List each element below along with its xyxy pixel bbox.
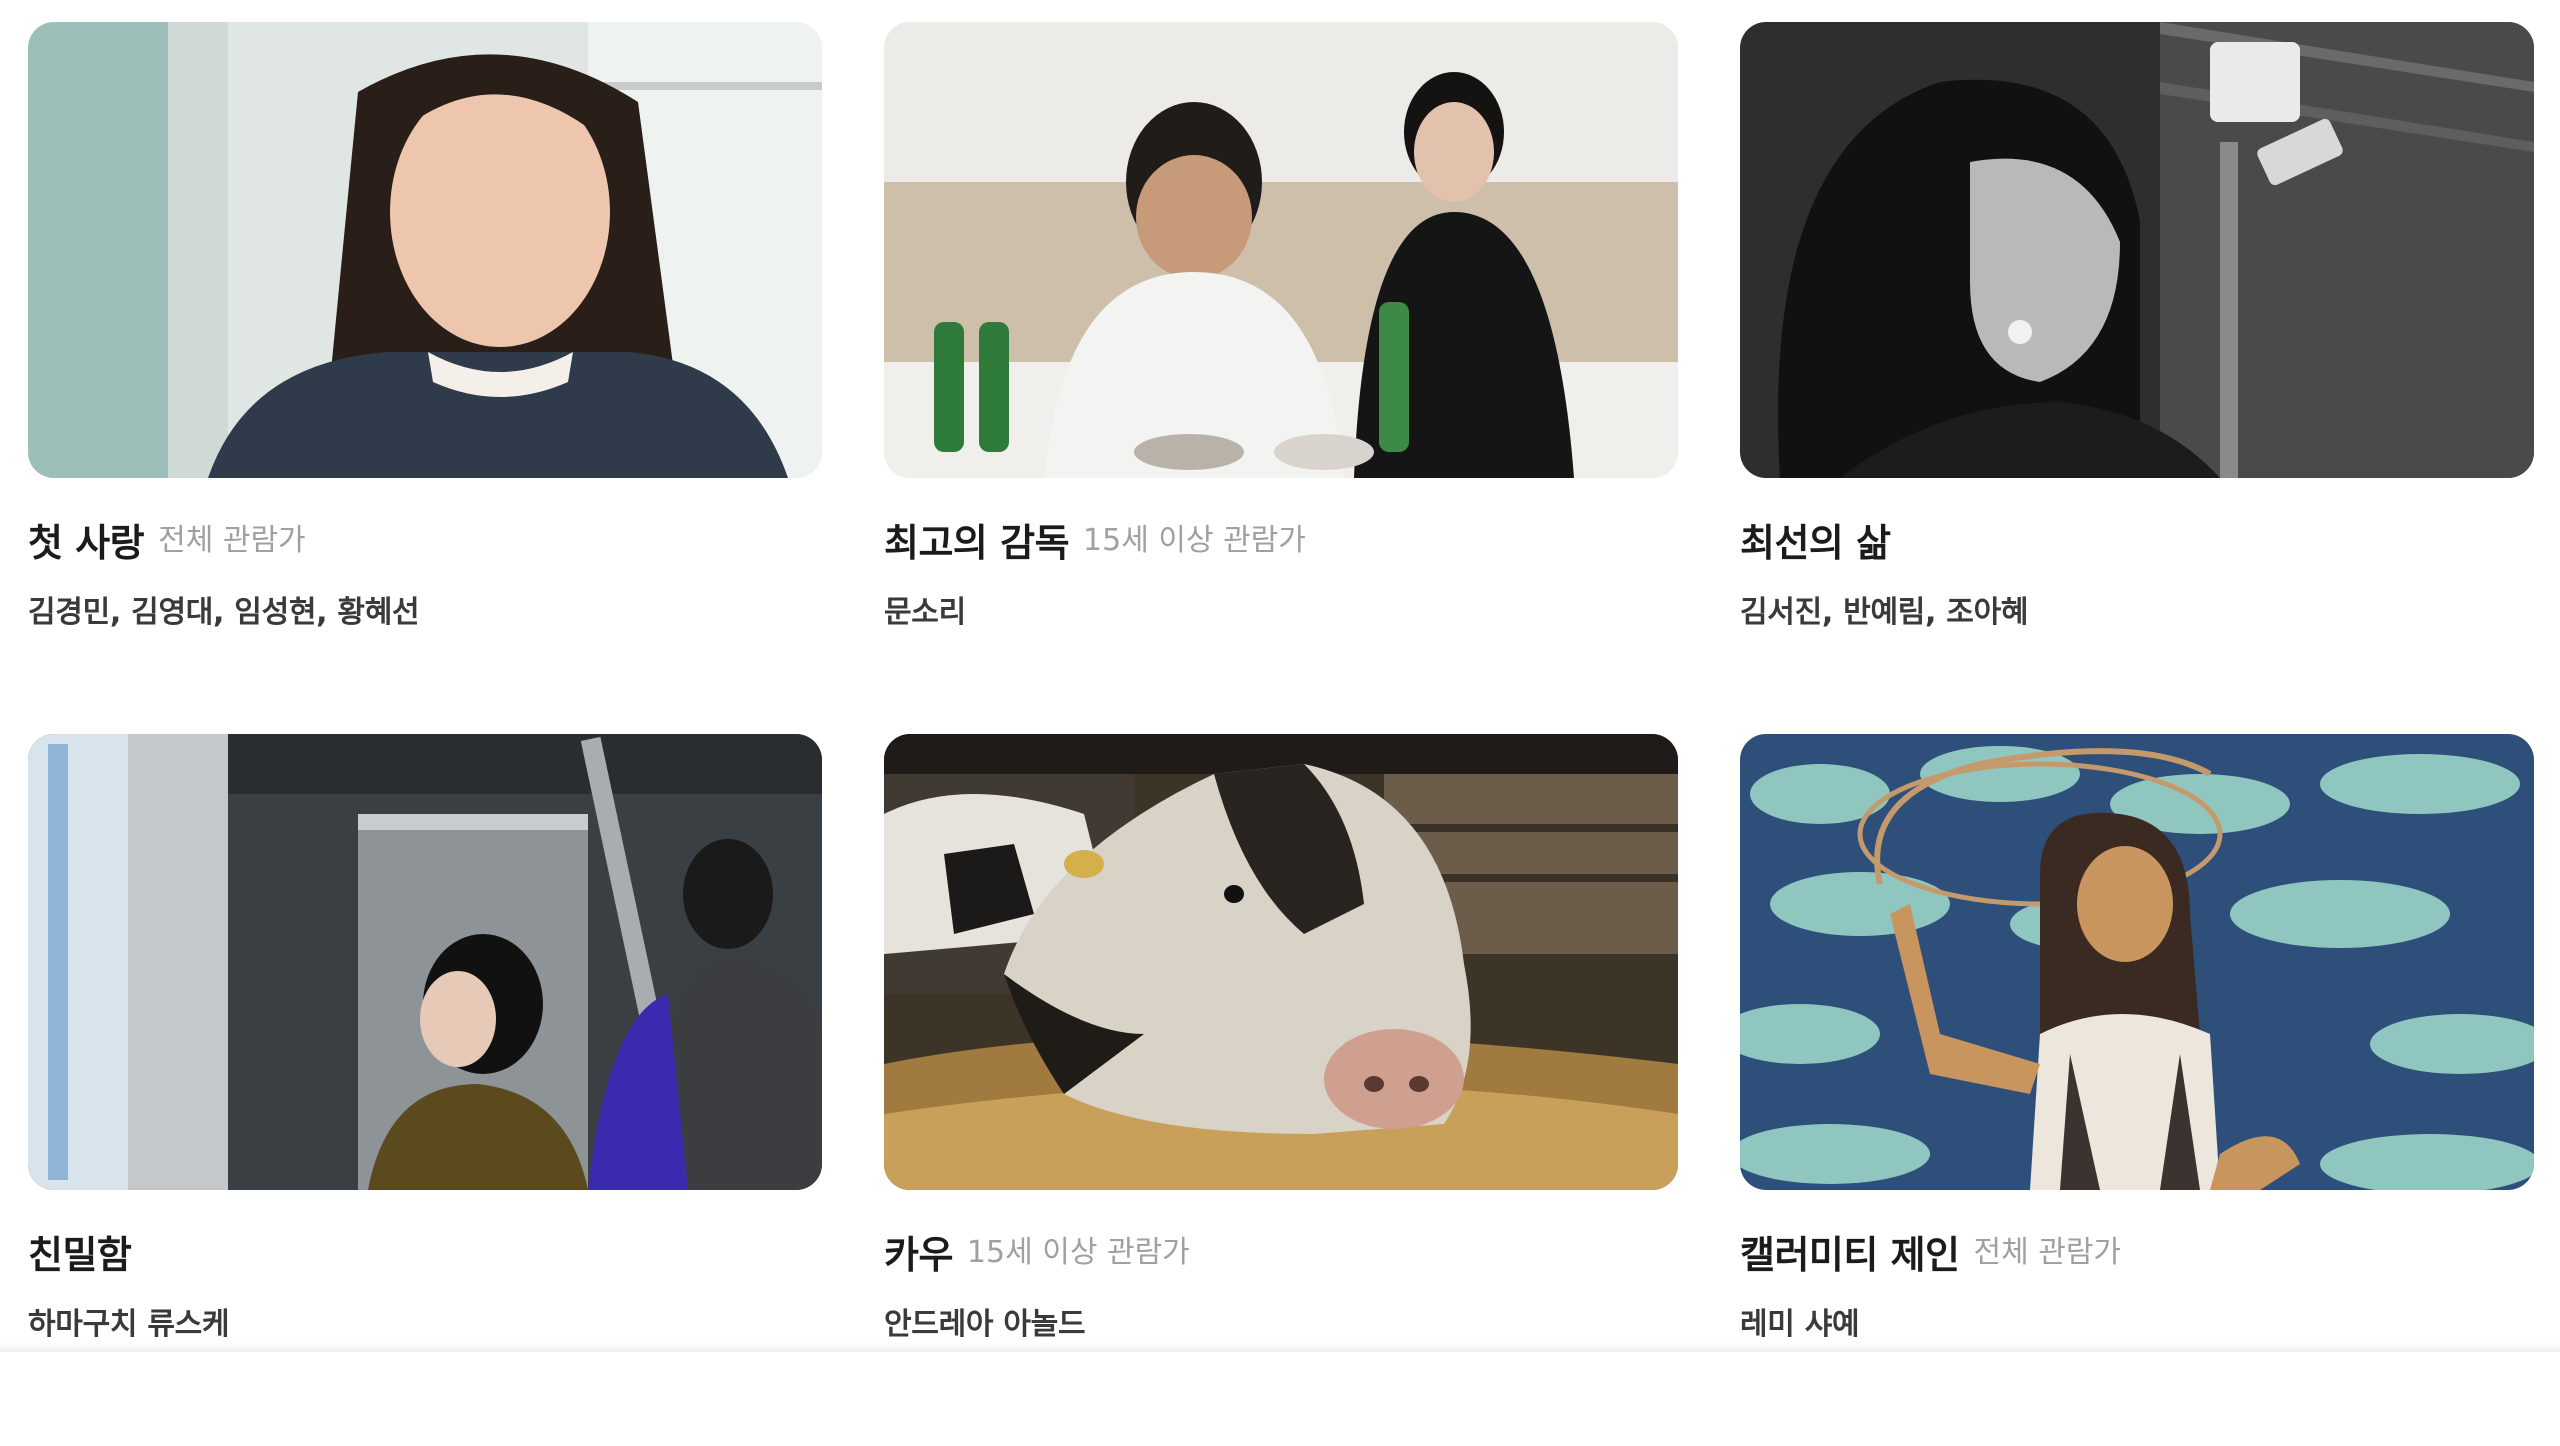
- movie-card[interactable]: 카우 15세 이상 관람가 안드레아 아놀드: [884, 734, 1678, 1446]
- age-rating: 전체 관람가: [1974, 1227, 2122, 1271]
- movie-thumbnail[interactable]: [1740, 22, 2534, 478]
- movie-cast: 안드레아 아놀드: [884, 1299, 1678, 1343]
- movie-card[interactable]: 최고의 감독 15세 이상 관람가 문소리: [884, 22, 1678, 734]
- movie-cast: 김서진, 반예림, 조아혜: [1740, 587, 2534, 631]
- age-rating: 15세 이상 관람가: [967, 1227, 1190, 1271]
- movie-grid: 첫 사랑 전체 관람가 김경민, 김영대, 임성현, 황혜선: [28, 22, 2534, 1446]
- movie-thumbnail[interactable]: [884, 22, 1678, 478]
- age-rating: 15세 이상 관람가: [1083, 515, 1306, 559]
- movie-card[interactable]: 첫 사랑 전체 관람가 김경민, 김영대, 임성현, 황혜선: [28, 22, 822, 734]
- movie-thumbnail[interactable]: [28, 22, 822, 478]
- movie-title[interactable]: 카우: [884, 1224, 953, 1279]
- bottom-divider: [0, 1342, 2560, 1352]
- movie-cast: 하마구치 류스케: [28, 1299, 822, 1343]
- movie-title[interactable]: 최선의 삶: [1740, 512, 1891, 567]
- movie-title[interactable]: 최고의 감독: [884, 512, 1069, 567]
- movie-title[interactable]: 첫 사랑: [28, 512, 144, 567]
- movie-cast: 김경민, 김영대, 임성현, 황혜선: [28, 587, 822, 631]
- movie-card[interactable]: 최선의 삶 김서진, 반예림, 조아혜: [1740, 22, 2534, 734]
- movie-thumbnail[interactable]: [28, 734, 822, 1190]
- movie-thumbnail[interactable]: [884, 734, 1678, 1190]
- movie-card[interactable]: 친밀함 하마구치 류스케: [28, 734, 822, 1446]
- movie-cast: 레미 샤예: [1740, 1299, 2534, 1343]
- movie-thumbnail[interactable]: [1740, 734, 2534, 1190]
- movie-title[interactable]: 캘러미티 제인: [1740, 1224, 1960, 1279]
- movie-title[interactable]: 친밀함: [28, 1224, 131, 1279]
- movie-cast: 문소리: [884, 587, 1678, 631]
- movie-card[interactable]: 캘러미티 제인 전체 관람가 레미 샤예: [1740, 734, 2534, 1446]
- age-rating: 전체 관람가: [158, 515, 306, 559]
